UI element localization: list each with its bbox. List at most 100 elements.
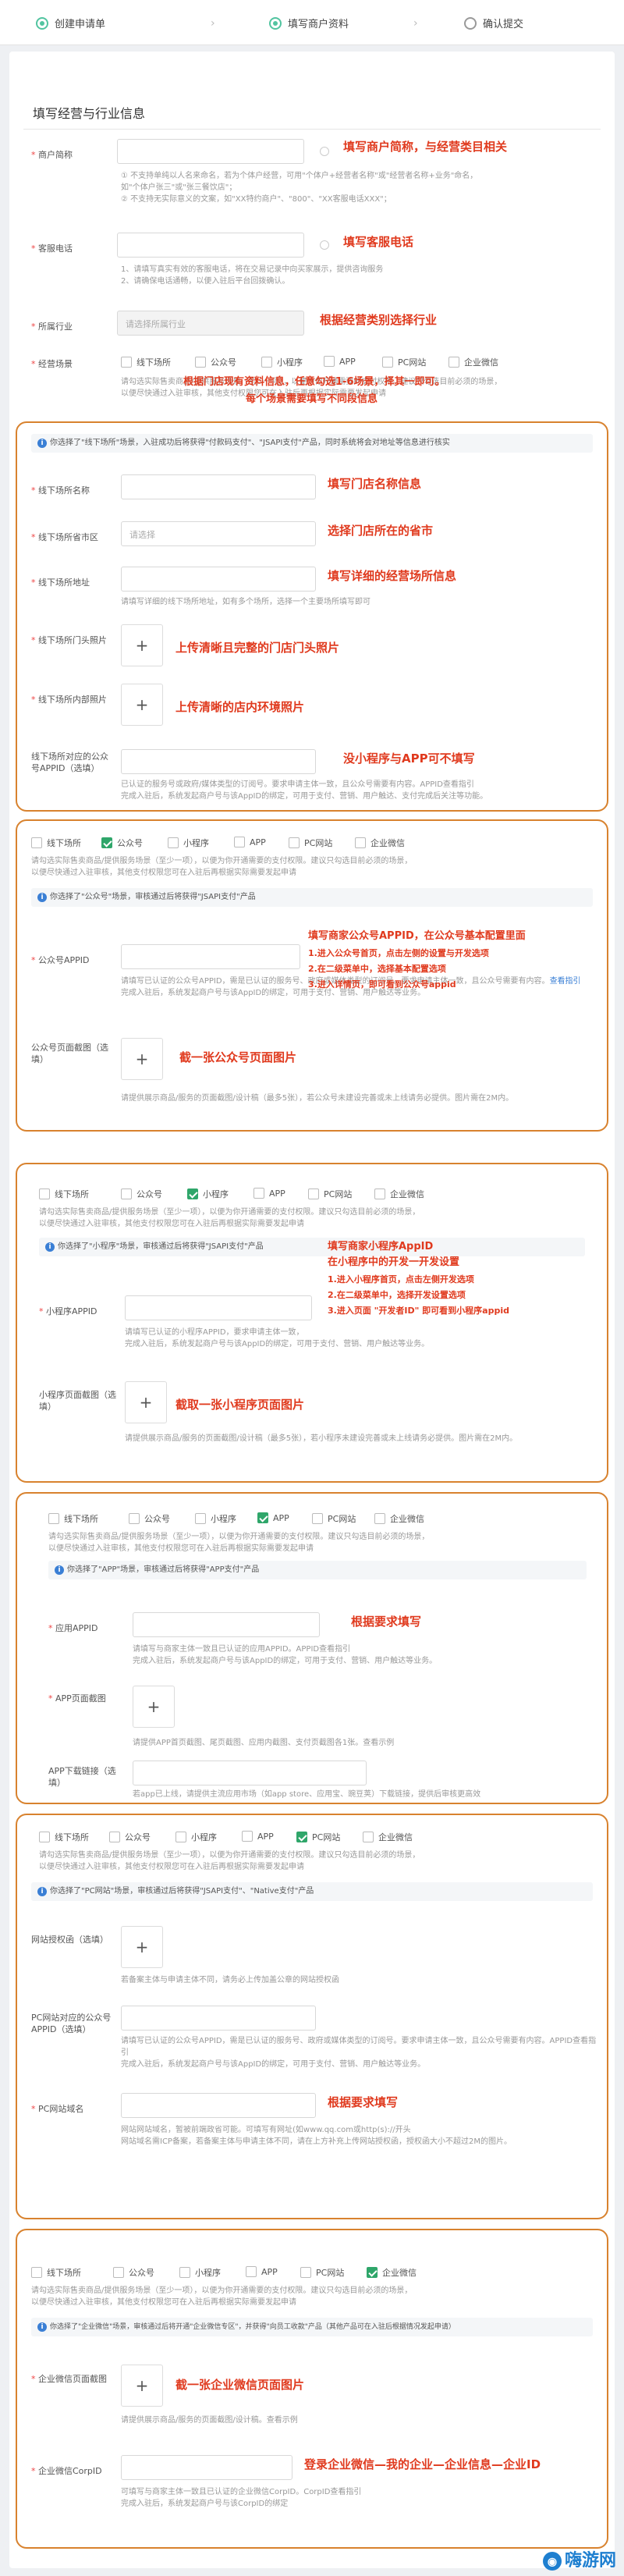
chevron-right-icon: › bbox=[413, 17, 418, 30]
offline-name-label: * 线下场所名称 bbox=[31, 485, 90, 496]
offline-inner-label: * 线下场所内部照片 bbox=[31, 695, 107, 705]
mini-info: 你选择了"小程序"场景，审核通过后将获得"JSAPI支付"产品 bbox=[39, 1238, 585, 1256]
scene-app-checkbox[interactable]: APP bbox=[324, 356, 356, 367]
pc-mini-checkbox[interactable]: 小程序 bbox=[176, 1831, 217, 1843]
wework-app-checkbox[interactable]: APP bbox=[246, 2266, 278, 2277]
wework-wework-checkbox[interactable]: 企业微信 bbox=[367, 2266, 417, 2279]
offline-address-input[interactable] bbox=[121, 567, 316, 592]
pc-appid-label: PC网站对应的公众号APPID（选填） bbox=[31, 2013, 112, 2034]
mini-screenshot-hint: 请提供展示商品/服务的页面截图/设计稿（最多5张），若小程序未建设完善或未上线请… bbox=[125, 1434, 518, 1443]
mini-screenshot-label: 小程序页面截图（选填） bbox=[39, 1390, 116, 1412]
pc-appid-input[interactable] bbox=[121, 2006, 316, 2031]
mp-info: 你选择了"公众号"场景，审核通过后将获得"JSAPI支付"产品 bbox=[31, 888, 593, 907]
app-download-label: APP下载链接（选填） bbox=[48, 1766, 116, 1788]
wework-mp-checkbox[interactable]: 公众号 bbox=[113, 2266, 154, 2279]
scene-offline-checkbox[interactable]: 线下场所 bbox=[121, 356, 171, 368]
mp-screenshot-hint: 请提供展示商品/服务的页面截图/设计稿（最多5张），若公众号未建设完善或未上线请… bbox=[121, 1094, 514, 1103]
app-appid-input[interactable] bbox=[133, 1612, 320, 1637]
wework-offline-checkbox[interactable]: 线下场所 bbox=[31, 2266, 81, 2279]
mp-screenshot-upload-button[interactable]: + bbox=[121, 1038, 163, 1080]
annotation: 上传清晰且完整的门店门头照片 bbox=[176, 641, 340, 655]
door-photo-upload-button[interactable]: + bbox=[121, 624, 163, 666]
industry-select[interactable]: 请选择所属行业 bbox=[117, 311, 304, 336]
mp-mini-checkbox[interactable]: 小程序 bbox=[168, 837, 209, 849]
wework-mini-checkbox[interactable]: 小程序 bbox=[179, 2266, 221, 2279]
pc-mp-checkbox[interactable]: 公众号 bbox=[109, 1831, 151, 1843]
mp-wework-checkbox[interactable]: 企业微信 bbox=[355, 837, 405, 849]
mini-screenshot-upload-button[interactable]: + bbox=[125, 1381, 167, 1423]
step-create: 创建申请单 bbox=[36, 16, 105, 30]
mini-mini-checkbox[interactable]: 小程序 bbox=[187, 1188, 229, 1200]
mini-mp-checkbox[interactable]: 公众号 bbox=[121, 1188, 162, 1200]
app-mini-checkbox[interactable]: 小程序 bbox=[195, 1512, 236, 1525]
short-name-input[interactable] bbox=[117, 139, 304, 164]
app-screenshot-upload-button[interactable]: + bbox=[133, 1686, 175, 1728]
pc-domain-input[interactable] bbox=[121, 2093, 316, 2118]
wework-info: 你选择了"企业微信"场景，审核通过后将开通"企业微信专区"，并获得"向员工收款"… bbox=[31, 2318, 593, 2336]
inner-photo-upload-button[interactable]: + bbox=[121, 684, 163, 726]
annotation: 登录企业微信—我的企业—企业信息—企业ID bbox=[304, 2457, 541, 2471]
annotation: 根据经营类别选择行业 bbox=[320, 313, 438, 327]
offline-name-input[interactable] bbox=[121, 474, 316, 499]
annotation: 2.在二级菜单中，选择基本配置选项 bbox=[308, 964, 446, 974]
offline-appid-label: 线下场所对应的公众号APPID（选填） bbox=[31, 751, 108, 773]
offline-appid-hint: 已认证的服务号或政府/媒体类型的订阅号。要求申请主体一致，且公众号需要有内容。A… bbox=[121, 780, 488, 801]
pc-app-checkbox[interactable]: APP bbox=[242, 1831, 274, 1842]
pc-license-label: 网站授权函（选填） bbox=[31, 1935, 108, 1945]
mini-wework-checkbox[interactable]: 企业微信 bbox=[374, 1188, 424, 1200]
pc-offline-checkbox[interactable]: 线下场所 bbox=[39, 1831, 89, 1843]
pc-wework-checkbox[interactable]: 企业微信 bbox=[363, 1831, 413, 1843]
mini-scene-hint: 请勾选实际售卖商品/提供服务场景（至少一项），以便为你开通需要的支付权限。建议只… bbox=[39, 1208, 420, 1228]
wework-corpid-label: * 企业微信CorpID bbox=[31, 2466, 102, 2476]
pc-pc-checkbox[interactable]: PC网站 bbox=[296, 1831, 340, 1843]
mp-pc-checkbox[interactable]: PC网站 bbox=[289, 837, 332, 849]
help-icon[interactable] bbox=[320, 147, 329, 156]
pc-domain-label: * PC网站域名 bbox=[31, 2104, 84, 2114]
scene-mini-checkbox[interactable]: 小程序 bbox=[261, 356, 303, 368]
app-pc-checkbox[interactable]: PC网站 bbox=[312, 1512, 356, 1525]
wework-corpid-input[interactable] bbox=[121, 2455, 292, 2480]
chevron-right-icon: › bbox=[211, 17, 215, 30]
offline-appid-input[interactable] bbox=[121, 749, 316, 774]
mini-offline-checkbox[interactable]: 线下场所 bbox=[39, 1188, 89, 1200]
help-icon[interactable] bbox=[320, 240, 329, 250]
offline-region-select[interactable]: 请选择 bbox=[121, 521, 316, 546]
pc-info: 你选择了"PC网站"场景，审核通过后将获得"JSAPI支付"、"Native支付… bbox=[31, 1882, 593, 1901]
phone-input[interactable] bbox=[117, 233, 304, 258]
app-appid-hint: 请填写与商家主体一致且已认证的应用APPID。APPID查看指引 完成入驻后，系… bbox=[133, 1645, 438, 1665]
app-offline-checkbox[interactable]: 线下场所 bbox=[48, 1512, 98, 1525]
annotation: 3.进入详情页，即可看到公众号appid bbox=[308, 979, 456, 990]
step-bar: 创建申请单 › 填写商户资料 › 确认提交 bbox=[0, 0, 624, 45]
mp-app-checkbox[interactable]: APP bbox=[234, 837, 266, 847]
step-label: 创建申请单 bbox=[55, 19, 106, 30]
scene-wework-checkbox[interactable]: 企业微信 bbox=[448, 356, 498, 368]
scene-mp-checkbox[interactable]: 公众号 bbox=[195, 356, 236, 368]
mini-app-checkbox[interactable]: APP bbox=[254, 1188, 285, 1199]
app-wework-checkbox[interactable]: 企业微信 bbox=[374, 1512, 424, 1525]
wework-pc-checkbox[interactable]: PC网站 bbox=[300, 2266, 344, 2279]
pc-appid-hint: 请填写已认证的公众号APPID，需是已认证的服务号、政府或媒体类型的订阅号。要求… bbox=[121, 2037, 597, 2069]
mini-pc-checkbox[interactable]: PC网站 bbox=[308, 1188, 352, 1200]
app-mp-checkbox[interactable]: 公众号 bbox=[129, 1512, 170, 1525]
wework-screenshot-upload-button[interactable]: + bbox=[121, 2365, 163, 2407]
app-info: 你选择了"APP"场景，审核通过后将获得"APP支付"产品 bbox=[48, 1561, 587, 1579]
wework-scene-hint: 请勾选实际售卖商品/提供服务场景（至少一项），以便为你开通需要的支付权限。建议只… bbox=[31, 2286, 413, 2307]
annotation: 选择门店所在的省市 bbox=[328, 524, 434, 538]
scene-pc-checkbox[interactable]: PC网站 bbox=[382, 356, 426, 368]
mini-appid-input[interactable] bbox=[125, 1295, 312, 1320]
scene-label: * 经营场景 bbox=[31, 359, 73, 369]
pc-license-upload-button[interactable]: + bbox=[121, 1926, 163, 1968]
mp-offline-checkbox[interactable]: 线下场所 bbox=[31, 837, 81, 849]
pc-scene-hint: 请勾选实际售卖商品/提供服务场景（至少一项），以便为你开通需要的支付权限。建议只… bbox=[39, 1851, 420, 1871]
industry-label: * 所属行业 bbox=[31, 322, 73, 332]
phone-hint: 1、请填写真实有效的客服电话，将在交易记录中向买家展示，提供咨询服务 2、请确保… bbox=[121, 265, 384, 286]
annotation: 没小程序与APP可不填写 bbox=[343, 751, 475, 766]
app-download-input[interactable] bbox=[133, 1761, 367, 1785]
mp-appid-input[interactable] bbox=[121, 944, 300, 969]
app-app-checkbox[interactable]: APP bbox=[257, 1512, 289, 1523]
step-label: 填写商户资料 bbox=[288, 19, 349, 30]
annotation: 在小程序中的开发一开发设置 bbox=[328, 1256, 460, 1268]
annotation: 上传清晰的店内环境照片 bbox=[176, 700, 305, 714]
mp-mp-checkbox[interactable]: 公众号 bbox=[101, 837, 143, 849]
annotation: 根据要求填写 bbox=[351, 1615, 422, 1629]
